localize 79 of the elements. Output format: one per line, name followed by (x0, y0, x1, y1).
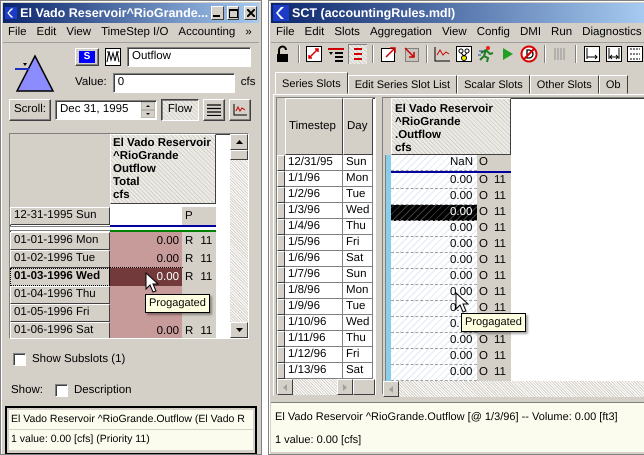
priority-text: 11 (200, 235, 212, 247)
priority-text: 11 (494, 334, 506, 346)
flag-text: O (479, 174, 488, 186)
priority-text: 11 (494, 254, 506, 266)
table-cell: 1/7/96 (285, 267, 343, 283)
flag-text: O (479, 270, 488, 282)
table-cell: Thu (343, 219, 373, 235)
status-text: 1 value: 0.00 [cfs] (275, 432, 362, 448)
table-cell: 1/6/96 (285, 251, 343, 267)
flag-text: O (479, 254, 488, 266)
flag-text: O (479, 302, 488, 314)
status-text: El Vado Reservoir ^RioGrande.Outflow (El Vado R (9, 410, 253, 430)
table-cell: Wed (343, 203, 373, 219)
priority-text: 11 (494, 302, 506, 314)
table-cell: Thu (343, 331, 373, 347)
priority-text: 11 (494, 222, 506, 234)
checkbox-label: Description (74, 383, 132, 398)
table-cell: Fri (343, 235, 373, 251)
table-cell: Tue (343, 187, 373, 203)
status-text: El Vado Reservoir ^RioGrande.Outflow [@ 1/3/96] -- Volume: 0.00 [ft3] (275, 410, 619, 425)
flag-text: R (185, 253, 194, 265)
window-title: SCT (accountingRules.mdl) (292, 4, 456, 22)
flag-text: R (185, 235, 194, 247)
priority-text: 11 (494, 206, 506, 218)
flag-text: O (479, 222, 488, 234)
table-cell: Fri (343, 347, 373, 363)
table-cell: Mon (343, 171, 373, 187)
flag-text: O (479, 156, 488, 168)
priority-text: 11 (200, 325, 212, 337)
checkbox-label: Show Subslots (1) (32, 352, 126, 367)
column-header: El Vado Reservoir ^RioGrande Outflow Total cfs (110, 134, 216, 204)
flag-text: O (479, 286, 488, 298)
flag-text: R (185, 325, 194, 337)
window-title: El Vado Reservoir^RioGrande... (20, 4, 208, 22)
table-cell: Sun (343, 267, 373, 283)
priority-text: 11 (494, 238, 506, 250)
table-cell: 1/1/96 (285, 171, 343, 187)
table-cell: 12/31/95 (285, 155, 343, 171)
table-cell: Sun (343, 155, 373, 171)
unit-label: cfs (240, 75, 256, 90)
table-cell: 1/2/96 (285, 187, 343, 203)
tooltip: Progagated (145, 294, 210, 312)
priority-text: 11 (494, 350, 506, 362)
priority-text: 11 (200, 253, 212, 265)
table-cell: Tue (343, 299, 373, 315)
table-cell: 1/13/96 (285, 363, 343, 379)
priority-text: 11 (494, 366, 506, 378)
table-cell: Wed (343, 315, 373, 331)
table-cell: Sat (343, 363, 373, 379)
flag-text: O (479, 334, 488, 346)
column-header: El Vado Reservoir ^RioGrande .Outflow cfs (391, 98, 511, 155)
table-cell: 1/4/96 (285, 219, 343, 235)
table-cell: Sat (343, 251, 373, 267)
flag-text: R (185, 271, 194, 283)
tooltip: Progagated (461, 313, 526, 332)
table-cell: 1/12/96 (285, 347, 343, 363)
table-cell: 1/11/96 (285, 331, 343, 347)
priority-text: 11 (494, 190, 506, 202)
table-cell: Mon (343, 283, 373, 299)
value-label: Value: (75, 75, 107, 90)
flag-text: P (185, 210, 193, 222)
table-cell: 1/5/96 (285, 235, 343, 251)
show-label: Show: (11, 383, 43, 398)
table-cell: 1/10/96 (285, 315, 343, 331)
flag-text: O (479, 366, 488, 378)
flag-text: O (479, 206, 488, 218)
table-cell: 1/3/96 (285, 203, 343, 219)
table-cell: 1/9/96 (285, 299, 343, 315)
priority-text: 11 (200, 271, 212, 283)
flag-text: O (479, 190, 488, 202)
priority-text: 11 (494, 270, 506, 282)
flag-text: O (479, 350, 488, 362)
priority-text: 11 (494, 286, 506, 298)
flag-text: O (479, 238, 488, 250)
column-header: Timestep (285, 98, 343, 155)
priority-text: 11 (494, 174, 506, 186)
table-cell: 1/8/96 (285, 283, 343, 299)
status-text: 1 value: 0.00 [cfs] (Priority 11) (9, 430, 253, 450)
column-header: Day (343, 98, 373, 155)
